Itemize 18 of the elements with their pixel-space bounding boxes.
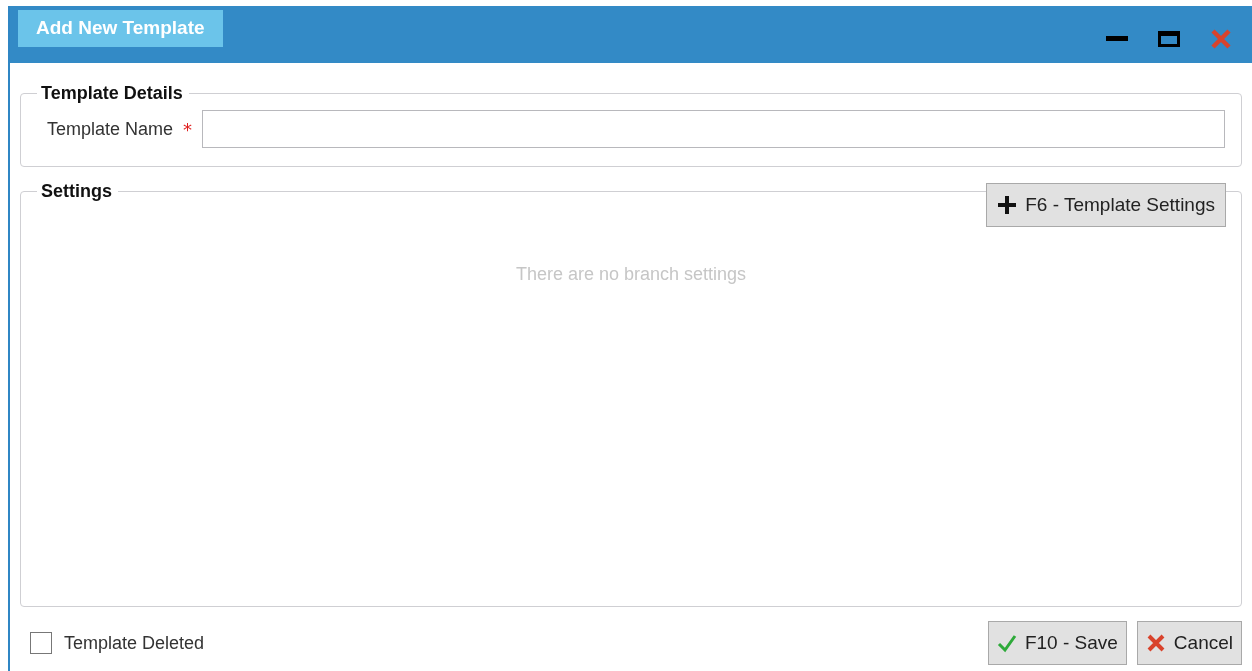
template-name-field[interactable] — [202, 110, 1225, 148]
close-icon — [1210, 28, 1232, 50]
cancel-button[interactable]: Cancel — [1136, 621, 1242, 665]
check-icon — [996, 633, 1017, 653]
field-label: Template Name — [47, 118, 174, 140]
checkbox-label: Template Deleted — [64, 632, 205, 654]
template-settings-button[interactable]: F6 - Template Settings — [986, 183, 1226, 227]
save-button[interactable]: F10 - Save — [987, 621, 1127, 665]
checkbox[interactable] — [30, 632, 52, 654]
close-icon — [1145, 633, 1166, 653]
group-title: Settings — [40, 181, 113, 202]
required-mark: * — [183, 118, 193, 140]
plus-icon — [997, 195, 1018, 215]
group-title: Template Details — [40, 83, 184, 104]
window-title: Add New Template — [18, 10, 223, 47]
maximize-icon — [1158, 31, 1180, 47]
minimize-icon — [1106, 36, 1128, 42]
empty-message: There are no branch settings — [514, 264, 748, 285]
